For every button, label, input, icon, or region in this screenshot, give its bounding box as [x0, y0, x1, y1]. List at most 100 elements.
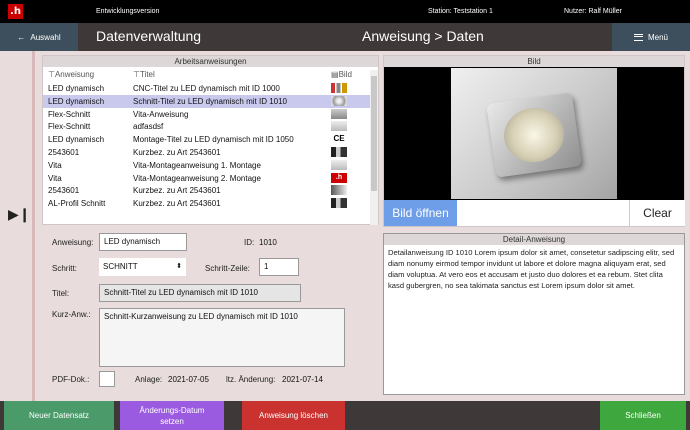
row-titel: CNC-Titel zu LED dynamisch mit ID 1000: [133, 84, 280, 93]
row-titel: Kurzbez. zu Art 2543601: [133, 186, 221, 196]
row-titel: Vita-Anweisung: [133, 109, 189, 119]
pdf-dok-label: PDF-Dok.:: [52, 375, 90, 384]
anweisung-label: Anweisung:: [52, 238, 94, 247]
row-thumbnail: [331, 95, 347, 106]
list-panel-title: Arbeitsanweisungen: [43, 56, 378, 67]
back-button[interactable]: ← Auswahl: [0, 23, 78, 51]
row-anweisung: LED dynamisch: [48, 135, 105, 145]
table-row[interactable]: LED dynamisch Schnitt-Titel zu LED dynami…: [43, 94, 371, 108]
user-label: Nutzer: Ralf Müller: [564, 8, 622, 15]
table-row[interactable]: LED dynamisch CNC-Titel zu LED dynamisch …: [43, 82, 371, 95]
column-header-anweisung[interactable]: ⊤ Anweisung: [48, 70, 94, 79]
table-row[interactable]: Flex-Schnitt adfasdsf: [43, 120, 371, 133]
row-titel: Montage-Titel zu LED dynamisch mit ID 10…: [133, 135, 294, 145]
skip-next-icon: ▶❙: [8, 206, 31, 222]
pdf-dok-checkbox[interactable]: [99, 371, 115, 387]
left-strip: [0, 51, 32, 401]
row-anweisung: Vita: [48, 173, 62, 183]
app-logo: .h: [8, 4, 23, 19]
aenderung-label: ltz. Änderung:: [226, 375, 276, 384]
schritt-zeile-field[interactable]: 1: [259, 258, 299, 276]
kurz-anw-label: Kurz-Anw.:: [52, 310, 91, 319]
open-image-button[interactable]: Bild öffnen: [384, 200, 457, 226]
row-anweisung: LED dynamisch: [48, 84, 105, 93]
row-titel: Schnitt-Titel zu LED dynamisch mit ID 10…: [133, 96, 287, 106]
table-row[interactable]: Flex-Schnitt Vita-Anweisung: [43, 108, 371, 121]
row-titel: Kurzbez. zu Art 2543601: [133, 199, 221, 209]
titel-field[interactable]: Schnitt-Titel zu LED dynamisch mit ID 10…: [99, 284, 301, 302]
row-anweisung: Flex-Schnitt: [48, 109, 91, 119]
schritt-select-value: SCHNITT: [103, 262, 138, 271]
column-header-titel[interactable]: ⊤ Titel: [133, 70, 155, 79]
hamburger-icon: [633, 33, 643, 41]
anlage-value: 2021-07-05: [168, 375, 209, 384]
row-thumbnail: [331, 121, 347, 132]
clear-image-button[interactable]: Clear: [629, 200, 685, 226]
row-titel: Vita-Montageanweisung 2. Montage: [133, 173, 261, 183]
row-anweisung: 2543601: [48, 147, 80, 157]
row-thumbnail: [331, 185, 347, 196]
arrow-left-icon: ←: [17, 32, 26, 42]
row-thumbnail: [331, 198, 347, 209]
scrollbar-thumb[interactable]: [371, 76, 377, 191]
back-button-label: Auswahl: [30, 32, 61, 42]
table-row[interactable]: Vita Vita-Montageanweisung 1. Montage: [43, 159, 371, 172]
row-thumbnail: .h: [331, 172, 347, 183]
aenderung-value: 2021-07-14: [282, 375, 323, 384]
image-panel-title: Bild: [384, 56, 684, 67]
titel-label: Titel:: [52, 289, 70, 298]
set-change-date-line1: Änderungs-Datum: [139, 405, 205, 415]
menu-button-label: Menü: [647, 32, 668, 42]
kurz-anw-textarea[interactable]: Schnitt-Kurzanweisung zu LED dynamisch m…: [99, 308, 345, 367]
row-anweisung: AL-Profil Schnitt: [48, 199, 106, 209]
table-row[interactable]: LED dynamisch Montage-Titel zu LED dynami…: [43, 133, 371, 146]
detail-text: Detailanweisung ID 1010 Lorem ipsum dolo…: [388, 248, 675, 290]
id-value: 1010: [259, 238, 277, 247]
instruction-list-panel: Arbeitsanweisungen ⊤ Anweisung ⊤ Titel ▤…: [42, 55, 379, 225]
table-row[interactable]: 2543601 Kurzbez. zu Art 2543601: [43, 184, 371, 197]
table-row[interactable]: AL-Profil Schnitt Kurzbez. zu Art 2543601: [43, 197, 371, 210]
detail-panel[interactable]: Detail-Anweisung Detailanweisung ID 1010…: [383, 233, 685, 395]
row-titel: Vita-Montageanweisung 1. Montage: [133, 160, 261, 170]
set-change-date-button[interactable]: Änderungs-Datum setzen: [120, 401, 224, 430]
row-titel: adfasdsf: [133, 122, 164, 132]
new-record-button[interactable]: Neuer Datensatz: [4, 401, 114, 430]
table-row[interactable]: 2543601 Kurzbez. zu Art 2543601: [43, 146, 371, 159]
image-panel: Bild Bild öffnen Clear: [383, 55, 685, 227]
detail-panel-title: Detail-Anweisung: [384, 234, 684, 245]
select-arrows-icon: ⬍: [176, 263, 182, 270]
row-thumbnail: CE: [331, 134, 347, 145]
station-label: Station: Teststation 1: [428, 8, 493, 15]
product-photo: [451, 68, 617, 199]
header: ← Auswahl Datenverwaltung Anweisung > Da…: [0, 23, 690, 51]
led-lamp-image: [486, 92, 582, 178]
row-anweisung: LED dynamisch: [48, 96, 105, 106]
row-anweisung: Flex-Schnitt: [48, 122, 91, 132]
list-scrollbar[interactable]: [370, 70, 378, 225]
row-thumbnail: [331, 108, 347, 119]
row-thumbnail: [331, 83, 347, 93]
delete-instruction-button[interactable]: Anweisung löschen: [242, 401, 345, 430]
list-column-header: ⊤ Anweisung ⊤ Titel ▤ Bild: [43, 70, 373, 81]
menu-button[interactable]: Menü: [612, 23, 690, 51]
row-thumbnail: [331, 146, 347, 157]
set-change-date-line2: setzen: [160, 416, 184, 426]
table-row[interactable]: Vita Vita-Montageanweisung 2. Montage .h: [43, 172, 371, 185]
skip-forward-button[interactable]: ▶❙: [8, 206, 31, 223]
anweisung-field[interactable]: LED dynamisch: [99, 233, 187, 251]
section-title: Anweisung > Daten: [362, 28, 484, 44]
footer-bar: Neuer Datensatz Änderungs-Datum setzen A…: [0, 401, 690, 430]
column-header-bild[interactable]: ▤ Bild: [331, 70, 352, 79]
schritt-select[interactable]: SCHNITT ⬍: [99, 258, 186, 276]
system-bar: .h Entwicklungsversion Station: Teststat…: [0, 0, 690, 23]
id-label: ID:: [244, 238, 255, 247]
image-button-bar: [457, 200, 629, 226]
schritt-label: Schritt:: [52, 264, 77, 273]
row-anweisung: 2543601: [48, 186, 80, 196]
row-titel: Kurzbez. zu Art 2543601: [133, 147, 221, 157]
close-button[interactable]: Schließen: [600, 401, 686, 430]
row-thumbnail: [331, 159, 347, 170]
row-anweisung: Vita: [48, 160, 62, 170]
environment-label: Entwicklungsversion: [96, 8, 160, 15]
page-title: Datenverwaltung: [96, 28, 202, 44]
